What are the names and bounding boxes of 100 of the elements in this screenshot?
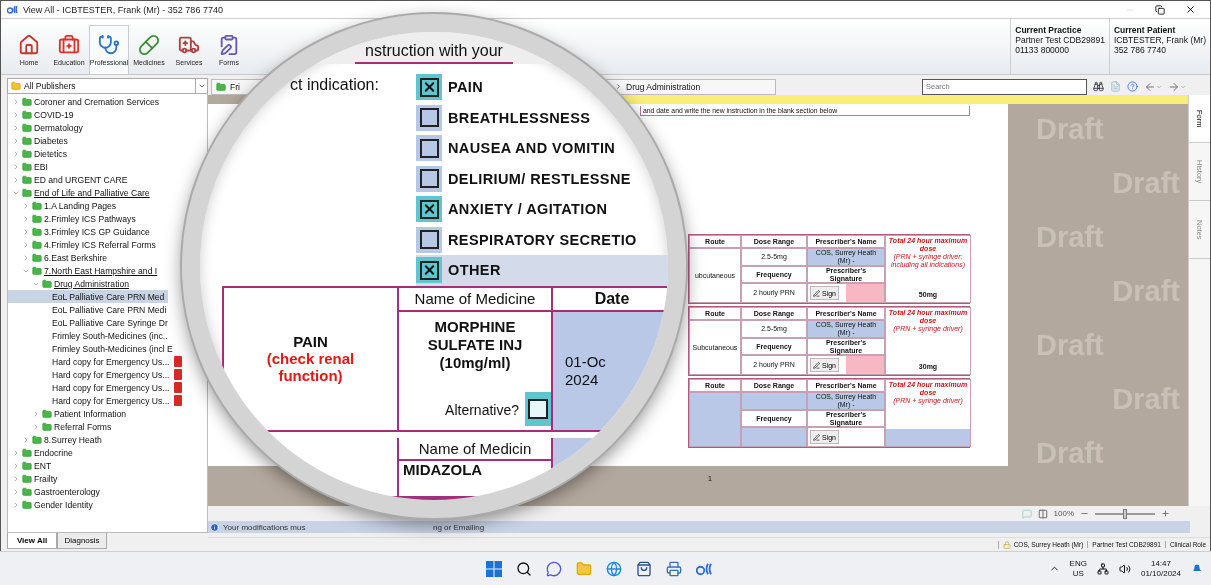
checkbox[interactable] xyxy=(416,165,442,192)
tree-item[interactable]: 4.Frimley ICS Referral Forms xyxy=(8,238,159,251)
checkbox-label: DELIRIUM/ RESTLESSNE xyxy=(448,170,631,187)
tree-item[interactable]: EoL Palliative Care PRN Med xyxy=(8,290,168,303)
checkbox[interactable] xyxy=(416,74,442,101)
binoculars-button[interactable] xyxy=(1093,81,1104,92)
tree-item[interactable]: Hard copy for Emergency Us... xyxy=(8,381,185,394)
tree-item[interactable]: 7.North East Hampshire and I xyxy=(8,264,161,277)
fit-width-icon[interactable] xyxy=(1037,508,1048,519)
tree-item[interactable]: Frimley South-Medicines (incl E xyxy=(8,342,176,355)
zoom-in-icon[interactable] xyxy=(1161,509,1170,518)
checkbox[interactable] xyxy=(528,398,548,419)
help-button[interactable] xyxy=(1127,81,1138,92)
page-button[interactable] xyxy=(1110,81,1121,92)
folder-icon xyxy=(22,447,32,458)
folder-icon xyxy=(22,486,32,497)
window-title: View All - ICBTESTER, Frank (Mr) - 352 786 7740 xyxy=(23,4,223,15)
checkbox[interactable] xyxy=(416,257,442,284)
folder-icon xyxy=(22,187,32,198)
tree-item[interactable]: 1.A Landing Pages xyxy=(8,199,120,212)
checkbox[interactable] xyxy=(416,226,442,253)
folder-icon xyxy=(22,135,32,146)
checkbox-label: PAIN xyxy=(448,79,484,96)
tree-item[interactable]: ED and URGENT CARE xyxy=(8,173,131,186)
date-text: 01-Oc 2024 xyxy=(565,352,607,389)
browser-icon[interactable] xyxy=(606,560,622,577)
tree-item[interactable]: Dermatology xyxy=(8,121,86,134)
tree-item[interactable]: Gastroenterology xyxy=(8,485,103,498)
tree-item[interactable]: Drug Administration xyxy=(8,277,132,290)
tree-item[interactable]: Gender Identity xyxy=(8,498,96,511)
tree-item[interactable]: EoL Palliative Care PRN Medi xyxy=(8,303,170,316)
tree-item[interactable]: Patient Information xyxy=(8,407,130,420)
folder-icon xyxy=(22,122,32,133)
house-icon xyxy=(18,34,40,56)
tree-item[interactable]: 6.East Berkshire xyxy=(8,251,111,264)
clock[interactable]: 14:47 01/10/2024 xyxy=(1140,558,1181,579)
practice-heading: Current Practice xyxy=(1015,25,1083,35)
speaker-icon[interactable] xyxy=(1118,562,1131,575)
language-indicator[interactable]: ENG US xyxy=(1069,558,1087,579)
windows-start-icon[interactable] xyxy=(486,560,502,577)
notification-icon[interactable] xyxy=(1191,562,1203,575)
folder-icon xyxy=(22,499,32,510)
publisher-dropdown[interactable]: All Publishers xyxy=(7,78,208,94)
tree-item[interactable]: Frailty xyxy=(8,472,61,485)
info-icon xyxy=(210,522,219,532)
tree-item[interactable]: Dietetics xyxy=(8,147,70,160)
stethoscope-icon xyxy=(98,34,120,56)
folder-icon xyxy=(32,200,42,211)
tree-item[interactable]: End of Life and Palliative Care xyxy=(8,186,153,199)
folder-icon xyxy=(22,460,32,471)
folder-icon xyxy=(22,148,32,159)
tree-item[interactable]: Hard copy for Emergency Us... xyxy=(8,368,185,381)
folder-icon xyxy=(22,109,32,120)
network-icon[interactable] xyxy=(1096,562,1109,575)
tree-item[interactable]: ENT xyxy=(8,459,55,472)
back-button[interactable] xyxy=(1144,80,1162,93)
folder-icon xyxy=(22,96,32,107)
tree-item[interactable]: 3.Frimley ICS GP Guidance xyxy=(8,225,153,238)
panel-tab[interactable]: Diagnosis xyxy=(57,533,107,549)
pen-icon xyxy=(813,433,820,441)
printer-icon[interactable] xyxy=(666,560,682,577)
checkbox-label: ANXIETY / AGITATION xyxy=(448,201,608,218)
app-logo-icon[interactable] xyxy=(696,561,714,576)
tree-item[interactable]: Endocrine xyxy=(8,446,76,459)
search-icon[interactable] xyxy=(516,560,532,577)
tree-item[interactable]: 2.Frimley ICS Pathways xyxy=(8,212,139,225)
indication-label: ct indication: xyxy=(290,76,380,95)
column-header: Name of Medicin xyxy=(418,438,532,459)
checkbox[interactable] xyxy=(416,104,442,131)
folder-icon[interactable] xyxy=(576,560,592,577)
table-cell xyxy=(741,392,807,410)
tree-item[interactable]: Diabetes xyxy=(8,134,71,147)
checkbox-label: BREATHLESSNESS xyxy=(448,109,591,126)
tree-item[interactable]: COVID-19 xyxy=(8,108,77,121)
tree-item[interactable]: EBI xyxy=(8,160,51,173)
forward-button[interactable] xyxy=(1168,80,1186,93)
folder-icon xyxy=(42,408,52,419)
patient-heading: Current Patient xyxy=(1113,25,1177,35)
store-icon[interactable] xyxy=(636,560,652,577)
tree-item[interactable]: Hard copy for Emergency Us... xyxy=(8,394,185,407)
tree-item[interactable]: EoL Palliative Care Syringe Dr xyxy=(8,316,171,329)
slider-thumb[interactable] xyxy=(1123,508,1127,519)
folder-icon xyxy=(32,434,42,445)
panel-tab[interactable]: View All xyxy=(7,533,57,549)
column-header: Date xyxy=(594,288,630,309)
checkbox-label: OTHER xyxy=(448,262,501,279)
restore-icon xyxy=(1155,4,1165,15)
tree-item[interactable]: Referral Forms xyxy=(8,420,115,433)
comment-icon[interactable] xyxy=(1021,508,1032,519)
tree-item[interactable]: 8.Surrey Heath xyxy=(8,433,105,446)
chat-icon[interactable] xyxy=(546,560,562,577)
checkbox-label: RESPIRATORY SECRETIO xyxy=(448,231,637,248)
tree-item[interactable]: Coroner and Cremation Services xyxy=(8,95,163,108)
checkbox[interactable] xyxy=(416,196,442,223)
breadcrumb-item[interactable]: Drug Administration xyxy=(626,81,701,92)
tree-item[interactable]: Frimley South-Medicines (inc.. xyxy=(8,329,171,342)
checkbox[interactable] xyxy=(416,135,442,162)
breadcrumb-item[interactable]: Fri xyxy=(230,81,240,92)
first-aid-icon xyxy=(58,34,80,56)
tree-item[interactable]: Hard copy for Emergency Us... xyxy=(8,355,185,368)
